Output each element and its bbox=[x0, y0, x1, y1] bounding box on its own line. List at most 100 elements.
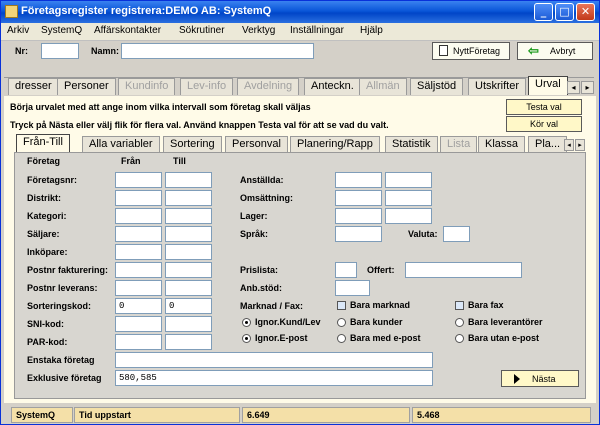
bara-marknad-checkbox[interactable] bbox=[337, 301, 346, 310]
subtab-sortering[interactable]: Sortering bbox=[163, 136, 222, 153]
namn-input[interactable] bbox=[121, 43, 314, 59]
toolbar: Nr: Namn: NyttFöretag ⇦ Avbryt bbox=[1, 41, 599, 63]
subtab-planering[interactable]: Planering/Rapp bbox=[290, 136, 380, 153]
status-value-2: 5.468 bbox=[412, 407, 591, 423]
menu-affarskontakter[interactable]: Affärskontakter bbox=[94, 25, 161, 36]
omsattning-from-input[interactable] bbox=[335, 190, 382, 206]
ignor-kund-radio[interactable] bbox=[242, 318, 251, 327]
subtab-scroll-right-icon[interactable]: ▸ bbox=[575, 139, 585, 151]
label-par-kod: PAR-kod: bbox=[27, 337, 68, 347]
menu-hjalp[interactable]: Hjälp bbox=[360, 25, 383, 36]
tab-adresser[interactable]: dresser bbox=[8, 78, 59, 95]
enstaka-input[interactable] bbox=[115, 352, 433, 368]
bara-leverantorer-radio[interactable] bbox=[455, 318, 464, 327]
avbryt-button[interactable]: ⇦ Avbryt bbox=[517, 42, 593, 60]
sortkod-from-input[interactable]: 0 bbox=[115, 298, 162, 314]
maximize-button[interactable]: □ bbox=[555, 3, 574, 21]
tab-personer[interactable]: Personer bbox=[57, 78, 116, 95]
menu-arkiv[interactable]: Arkiv bbox=[7, 25, 29, 36]
par-from-input[interactable] bbox=[115, 334, 162, 350]
header-fran: Från bbox=[121, 156, 141, 166]
nr-input[interactable] bbox=[41, 43, 79, 59]
saljare-from-input[interactable] bbox=[115, 226, 162, 242]
valuta-input[interactable] bbox=[443, 226, 470, 242]
minimize-button[interactable]: _ bbox=[534, 3, 553, 21]
sni-to-input[interactable] bbox=[165, 316, 212, 332]
ignor-epost-radio[interactable] bbox=[242, 334, 251, 343]
tab-saljstod[interactable]: Säljstöd bbox=[410, 78, 464, 95]
subtab-pla[interactable]: Pla... bbox=[528, 136, 568, 153]
distrikt-from-input[interactable] bbox=[115, 190, 162, 206]
main-window: Företagsregister registrera:DEMO AB: Sys… bbox=[0, 0, 600, 425]
subtab-personval[interactable]: Personval bbox=[225, 136, 288, 153]
subtab-scroll-left-icon[interactable]: ◂ bbox=[564, 139, 574, 151]
sortkod-to-input[interactable]: 0 bbox=[165, 298, 212, 314]
saljare-to-input[interactable] bbox=[165, 226, 212, 242]
par-to-input[interactable] bbox=[165, 334, 212, 350]
label-inkopare: Inköpare: bbox=[27, 247, 68, 257]
tab-kundinfo[interactable]: Kundinfo bbox=[118, 78, 176, 95]
bara-marknad-label: Bara marknad bbox=[350, 300, 411, 310]
anstallda-from-input[interactable] bbox=[335, 172, 382, 188]
menu-verktyg[interactable]: Verktyg bbox=[242, 25, 275, 36]
tab-scroll-right-icon[interactable]: ▸ bbox=[581, 81, 594, 94]
subtab-alla-variabler[interactable]: Alla variabler bbox=[82, 136, 160, 153]
sprak-input[interactable] bbox=[335, 226, 382, 242]
bara-utan-epost-radio[interactable] bbox=[455, 334, 464, 343]
subtab-klassa[interactable]: Klassa bbox=[478, 136, 526, 153]
label-marknad-fax: Marknad / Fax: bbox=[240, 301, 304, 311]
tab-urval[interactable]: Urval bbox=[528, 76, 568, 95]
label-postnr-leverans: Postnr leverans: bbox=[27, 283, 98, 293]
bara-fax-checkbox[interactable] bbox=[455, 301, 464, 310]
close-button[interactable]: ✕ bbox=[576, 3, 595, 21]
tab-lev-info[interactable]: Lev-info bbox=[180, 78, 234, 95]
postnr-lev-from-input[interactable] bbox=[115, 280, 162, 296]
menu-bar: Arkiv SystemQ Affärskontakter Sökrutiner… bbox=[1, 23, 599, 41]
nr-label: Nr: bbox=[15, 46, 28, 56]
subtab-lista[interactable]: Lista bbox=[440, 136, 478, 153]
subtab-statistik[interactable]: Statistik bbox=[385, 136, 438, 153]
foretagsnr-to-input[interactable] bbox=[165, 172, 212, 188]
foretagsnr-from-input[interactable] bbox=[115, 172, 162, 188]
bara-med-epost-label: Bara med e-post bbox=[350, 333, 421, 343]
postnr-fakt-to-input[interactable] bbox=[165, 262, 212, 278]
lager-to-input[interactable] bbox=[385, 208, 432, 224]
sni-from-input[interactable] bbox=[115, 316, 162, 332]
menu-systemq[interactable]: SystemQ bbox=[41, 25, 82, 36]
lager-from-input[interactable] bbox=[335, 208, 382, 224]
omsattning-to-input[interactable] bbox=[385, 190, 432, 206]
inkopare-to-input[interactable] bbox=[165, 244, 212, 260]
nytt-foretag-button[interactable]: NyttFöretag bbox=[432, 42, 510, 60]
menu-sokrutiner[interactable]: Sökrutiner bbox=[179, 25, 225, 36]
label-sprak: Språk: bbox=[240, 229, 269, 239]
tab-scroll-left-icon[interactable]: ◂ bbox=[567, 81, 580, 94]
exklusive-input[interactable]: 580,585 bbox=[115, 370, 433, 386]
testa-val-button[interactable]: Testa val bbox=[506, 99, 582, 115]
label-distrikt: Distrikt: bbox=[27, 193, 62, 203]
nytt-foretag-label: NyttFöretag bbox=[453, 46, 501, 56]
tab-avdelning[interactable]: Avdelning bbox=[237, 78, 300, 95]
tab-allman[interactable]: Allmän bbox=[359, 78, 407, 95]
urval-panel: Börja urvalet med att ange inom vilka in… bbox=[4, 96, 596, 403]
nasta-button[interactable]: Nästa bbox=[501, 370, 579, 387]
postnr-fakt-from-input[interactable] bbox=[115, 262, 162, 278]
play-icon bbox=[514, 374, 520, 384]
inkopare-from-input[interactable] bbox=[115, 244, 162, 260]
postnr-lev-to-input[interactable] bbox=[165, 280, 212, 296]
fran-till-area: Företag Från Till Företagsnr: Distrikt: … bbox=[14, 152, 586, 399]
subtab-fran-till[interactable]: Från-Till bbox=[16, 134, 70, 153]
bara-kunder-radio[interactable] bbox=[337, 318, 346, 327]
kategori-to-input[interactable] bbox=[165, 208, 212, 224]
distrikt-to-input[interactable] bbox=[165, 190, 212, 206]
tab-anteckn[interactable]: Anteckn. bbox=[304, 78, 361, 95]
kor-val-button[interactable]: Kör val bbox=[506, 116, 582, 132]
kategori-from-input[interactable] bbox=[115, 208, 162, 224]
bara-utan-epost-label: Bara utan e-post bbox=[468, 333, 540, 343]
prislista-input[interactable] bbox=[335, 262, 357, 278]
menu-installningar[interactable]: Inställningar bbox=[290, 25, 344, 36]
offert-input[interactable] bbox=[405, 262, 522, 278]
anbstod-input[interactable] bbox=[335, 280, 370, 296]
bara-med-epost-radio[interactable] bbox=[337, 334, 346, 343]
anstallda-to-input[interactable] bbox=[385, 172, 432, 188]
tab-utskrifter[interactable]: Utskrifter bbox=[468, 78, 526, 95]
